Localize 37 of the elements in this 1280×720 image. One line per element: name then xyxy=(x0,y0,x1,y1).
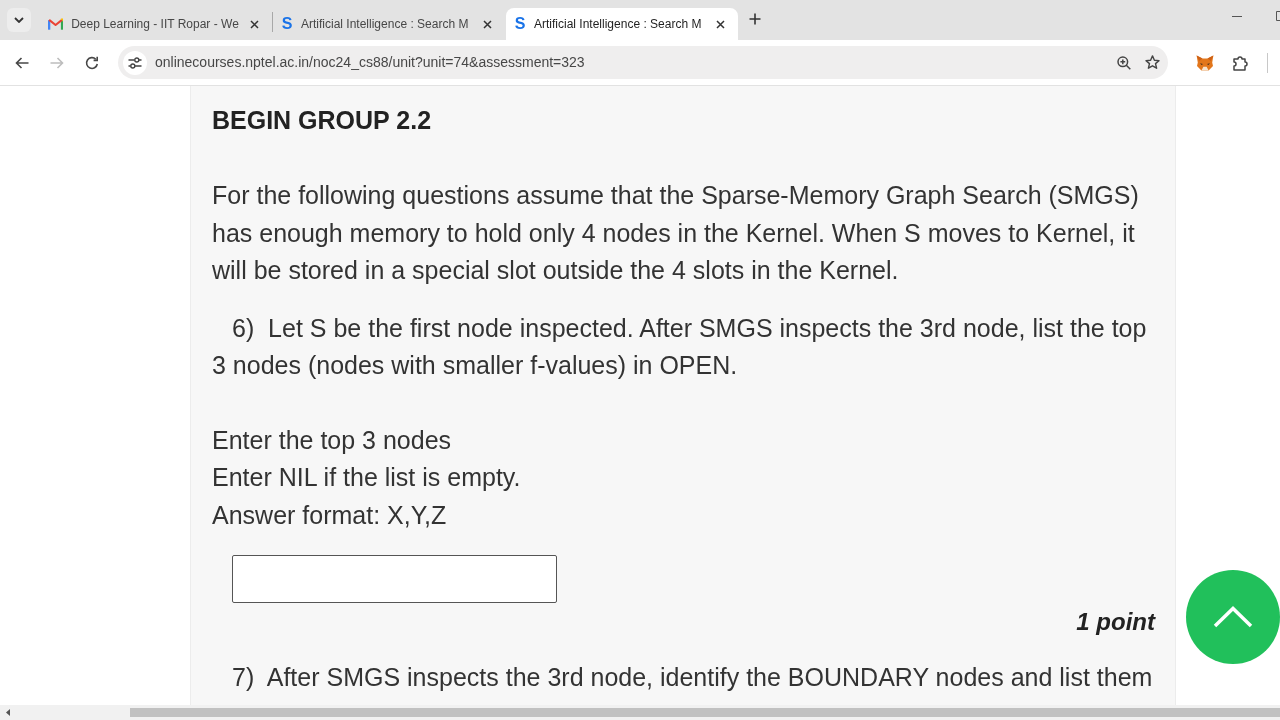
chevron-down-icon xyxy=(14,17,24,23)
answer-field[interactable] xyxy=(232,555,557,603)
mail-icon xyxy=(48,18,64,30)
instruction-text: Enter the top 3 nodes xyxy=(212,424,453,456)
forward-arrow-icon xyxy=(50,56,64,69)
horizontal-scrollbar[interactable] xyxy=(0,705,1280,720)
instruction-text: Answer format: X,Y,Z xyxy=(212,499,448,531)
browser-tab[interactable]: S Artificial Intelligence : Search M xyxy=(273,8,505,40)
scroll-left-arrow-icon[interactable] xyxy=(6,709,10,716)
favicon-letter: S xyxy=(281,16,293,32)
close-icon xyxy=(482,19,492,29)
tune-icon xyxy=(128,56,142,69)
chevron-up-icon xyxy=(1213,606,1253,628)
question-text: 7) After SMGS inspects the 3rd node, identify the BOUNDARY nodes and list them xyxy=(231,662,1154,693)
address-bar[interactable]: onlinecourses.nptel.ac.in/noc24_cs88/unit?unit=74&assessment=323 xyxy=(118,46,1168,79)
intro-paragraph: For the following questions assume that the Sparse-Memory Graph Search (SMGS) has enough memory to hold only 4 nodes in the Kernel. When S moves to Kernel, it will be stored in a special slot outside the 4 slots in the Kernel. xyxy=(212,180,1140,286)
site-info-button[interactable] xyxy=(123,50,147,75)
group-title: BEGIN GROUP 2.2 xyxy=(212,105,433,136)
maximize-icon xyxy=(1276,11,1280,21)
close-icon xyxy=(249,19,259,29)
puzzle-icon xyxy=(1233,54,1249,71)
zoom-in-icon xyxy=(1117,55,1131,70)
favicon-letter: S xyxy=(514,16,526,32)
back-arrow-icon xyxy=(15,56,29,69)
scrollbar-thumb[interactable] xyxy=(130,708,1280,717)
instruction-text: Enter NIL if the list is empty. xyxy=(212,462,522,493)
points-label: 1 point xyxy=(1075,607,1157,637)
url-text[interactable]: onlinecourses.nptel.ac.in/noc24_cs88/unit?unit=74&assessment=323 xyxy=(155,52,585,73)
minimize-icon xyxy=(1232,15,1242,17)
fox-icon xyxy=(1196,54,1214,71)
question-text: 6) Let S be the first node inspected. After SMGS inspects the 3rd node, list the top 3 nodes (nodes with smaller f-values) in OPEN. xyxy=(212,312,1148,381)
reload-icon xyxy=(85,55,99,70)
browser-tab[interactable]: S Artificial Intelligence : Search M xyxy=(506,8,738,40)
close-icon xyxy=(715,19,725,29)
plus-icon xyxy=(749,13,761,25)
tab-search-button[interactable] xyxy=(7,8,31,32)
browser-tab[interactable]: Deep Learning - IIT Ropar - We xyxy=(40,8,272,40)
